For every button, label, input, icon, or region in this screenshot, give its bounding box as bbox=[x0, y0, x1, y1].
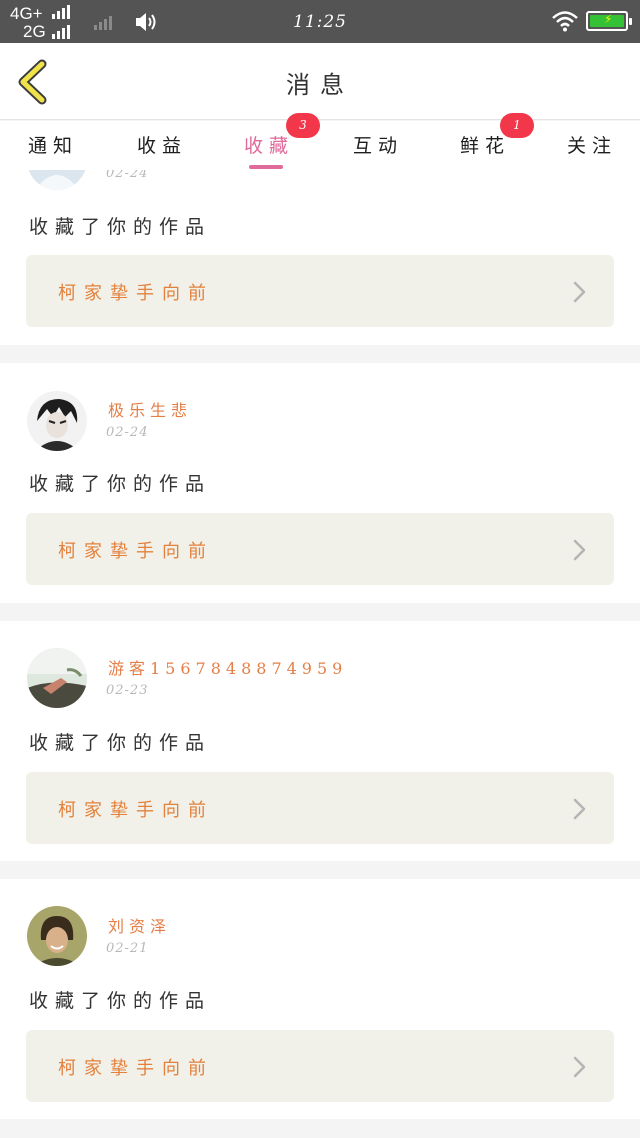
item-action-text: 收藏了你的作品 bbox=[29, 216, 212, 238]
work-title: 柯家挚手向前 bbox=[58, 800, 214, 821]
favorites-count-badge: 3 bbox=[286, 113, 320, 138]
tab-favorites[interactable]: 收藏 bbox=[244, 131, 294, 158]
work-link[interactable]: 柯家挚手向前 bbox=[26, 772, 614, 844]
nav-header: 消息 bbox=[0, 43, 640, 120]
tab-notifications[interactable]: 通知 bbox=[28, 131, 78, 158]
clock: 11:25 bbox=[293, 12, 347, 32]
favorite-item: 刘资泽 02-21 收藏了你的作品 柯家挚手向前 bbox=[0, 879, 640, 1119]
tab-bar: 通知 收益 收藏 3 互动 鲜花 1 关注 bbox=[0, 113, 640, 170]
favorite-item: 02-24 收藏了你的作品 柯家挚手向前 bbox=[0, 170, 640, 345]
item-action-text: 收藏了你的作品 bbox=[29, 732, 212, 754]
item-date: 02-24 bbox=[106, 170, 149, 181]
tab-earnings[interactable]: 收益 bbox=[137, 131, 187, 158]
avatar[interactable] bbox=[27, 648, 87, 708]
work-title: 柯家挚手向前 bbox=[58, 541, 214, 562]
avatar[interactable] bbox=[27, 391, 87, 451]
item-action-text: 收藏了你的作品 bbox=[29, 473, 212, 495]
tab-interactions[interactable]: 互动 bbox=[353, 131, 403, 158]
avatar[interactable] bbox=[27, 906, 87, 966]
favorite-item: 极乐生悲 02-24 收藏了你的作品 柯家挚手向前 bbox=[0, 363, 640, 603]
chevron-right-icon bbox=[573, 539, 586, 561]
item-date: 02-23 bbox=[106, 683, 149, 698]
item-date: 02-21 bbox=[106, 941, 149, 956]
flowers-count-badge: 1 bbox=[500, 113, 534, 138]
avatar[interactable] bbox=[27, 170, 87, 190]
favorite-item: 游客1567848874959 02-23 收藏了你的作品 柯家挚手向前 bbox=[0, 621, 640, 861]
chevron-right-icon bbox=[573, 281, 586, 303]
status-bar: 4G+ 2G 11:25 ⚡ bbox=[0, 0, 640, 43]
chevron-right-icon bbox=[573, 1056, 586, 1078]
battery-icon: ⚡ bbox=[586, 11, 632, 31]
favorites-feed[interactable]: 02-24 收藏了你的作品 柯家挚手向前 极乐生悲 02-24 收藏了你的作品 … bbox=[0, 170, 640, 1138]
item-date: 02-24 bbox=[106, 425, 149, 440]
active-tab-indicator bbox=[249, 165, 283, 169]
item-action-text: 收藏了你的作品 bbox=[29, 990, 212, 1012]
wifi-icon bbox=[552, 11, 578, 32]
work-link[interactable]: 柯家挚手向前 bbox=[26, 255, 614, 327]
user-name[interactable]: 游客1567848874959 bbox=[108, 655, 347, 679]
work-link[interactable]: 柯家挚手向前 bbox=[26, 513, 614, 585]
work-link[interactable]: 柯家挚手向前 bbox=[26, 1030, 614, 1102]
tab-following[interactable]: 关注 bbox=[567, 131, 617, 158]
tab-flowers[interactable]: 鲜花 bbox=[460, 131, 510, 158]
work-title: 柯家挚手向前 bbox=[58, 1058, 214, 1079]
user-name[interactable]: 刘资泽 bbox=[108, 913, 171, 937]
chevron-right-icon bbox=[573, 798, 586, 820]
page-title: 消息 bbox=[286, 71, 354, 99]
work-title: 柯家挚手向前 bbox=[58, 283, 214, 304]
user-name[interactable]: 极乐生悲 bbox=[108, 397, 192, 421]
